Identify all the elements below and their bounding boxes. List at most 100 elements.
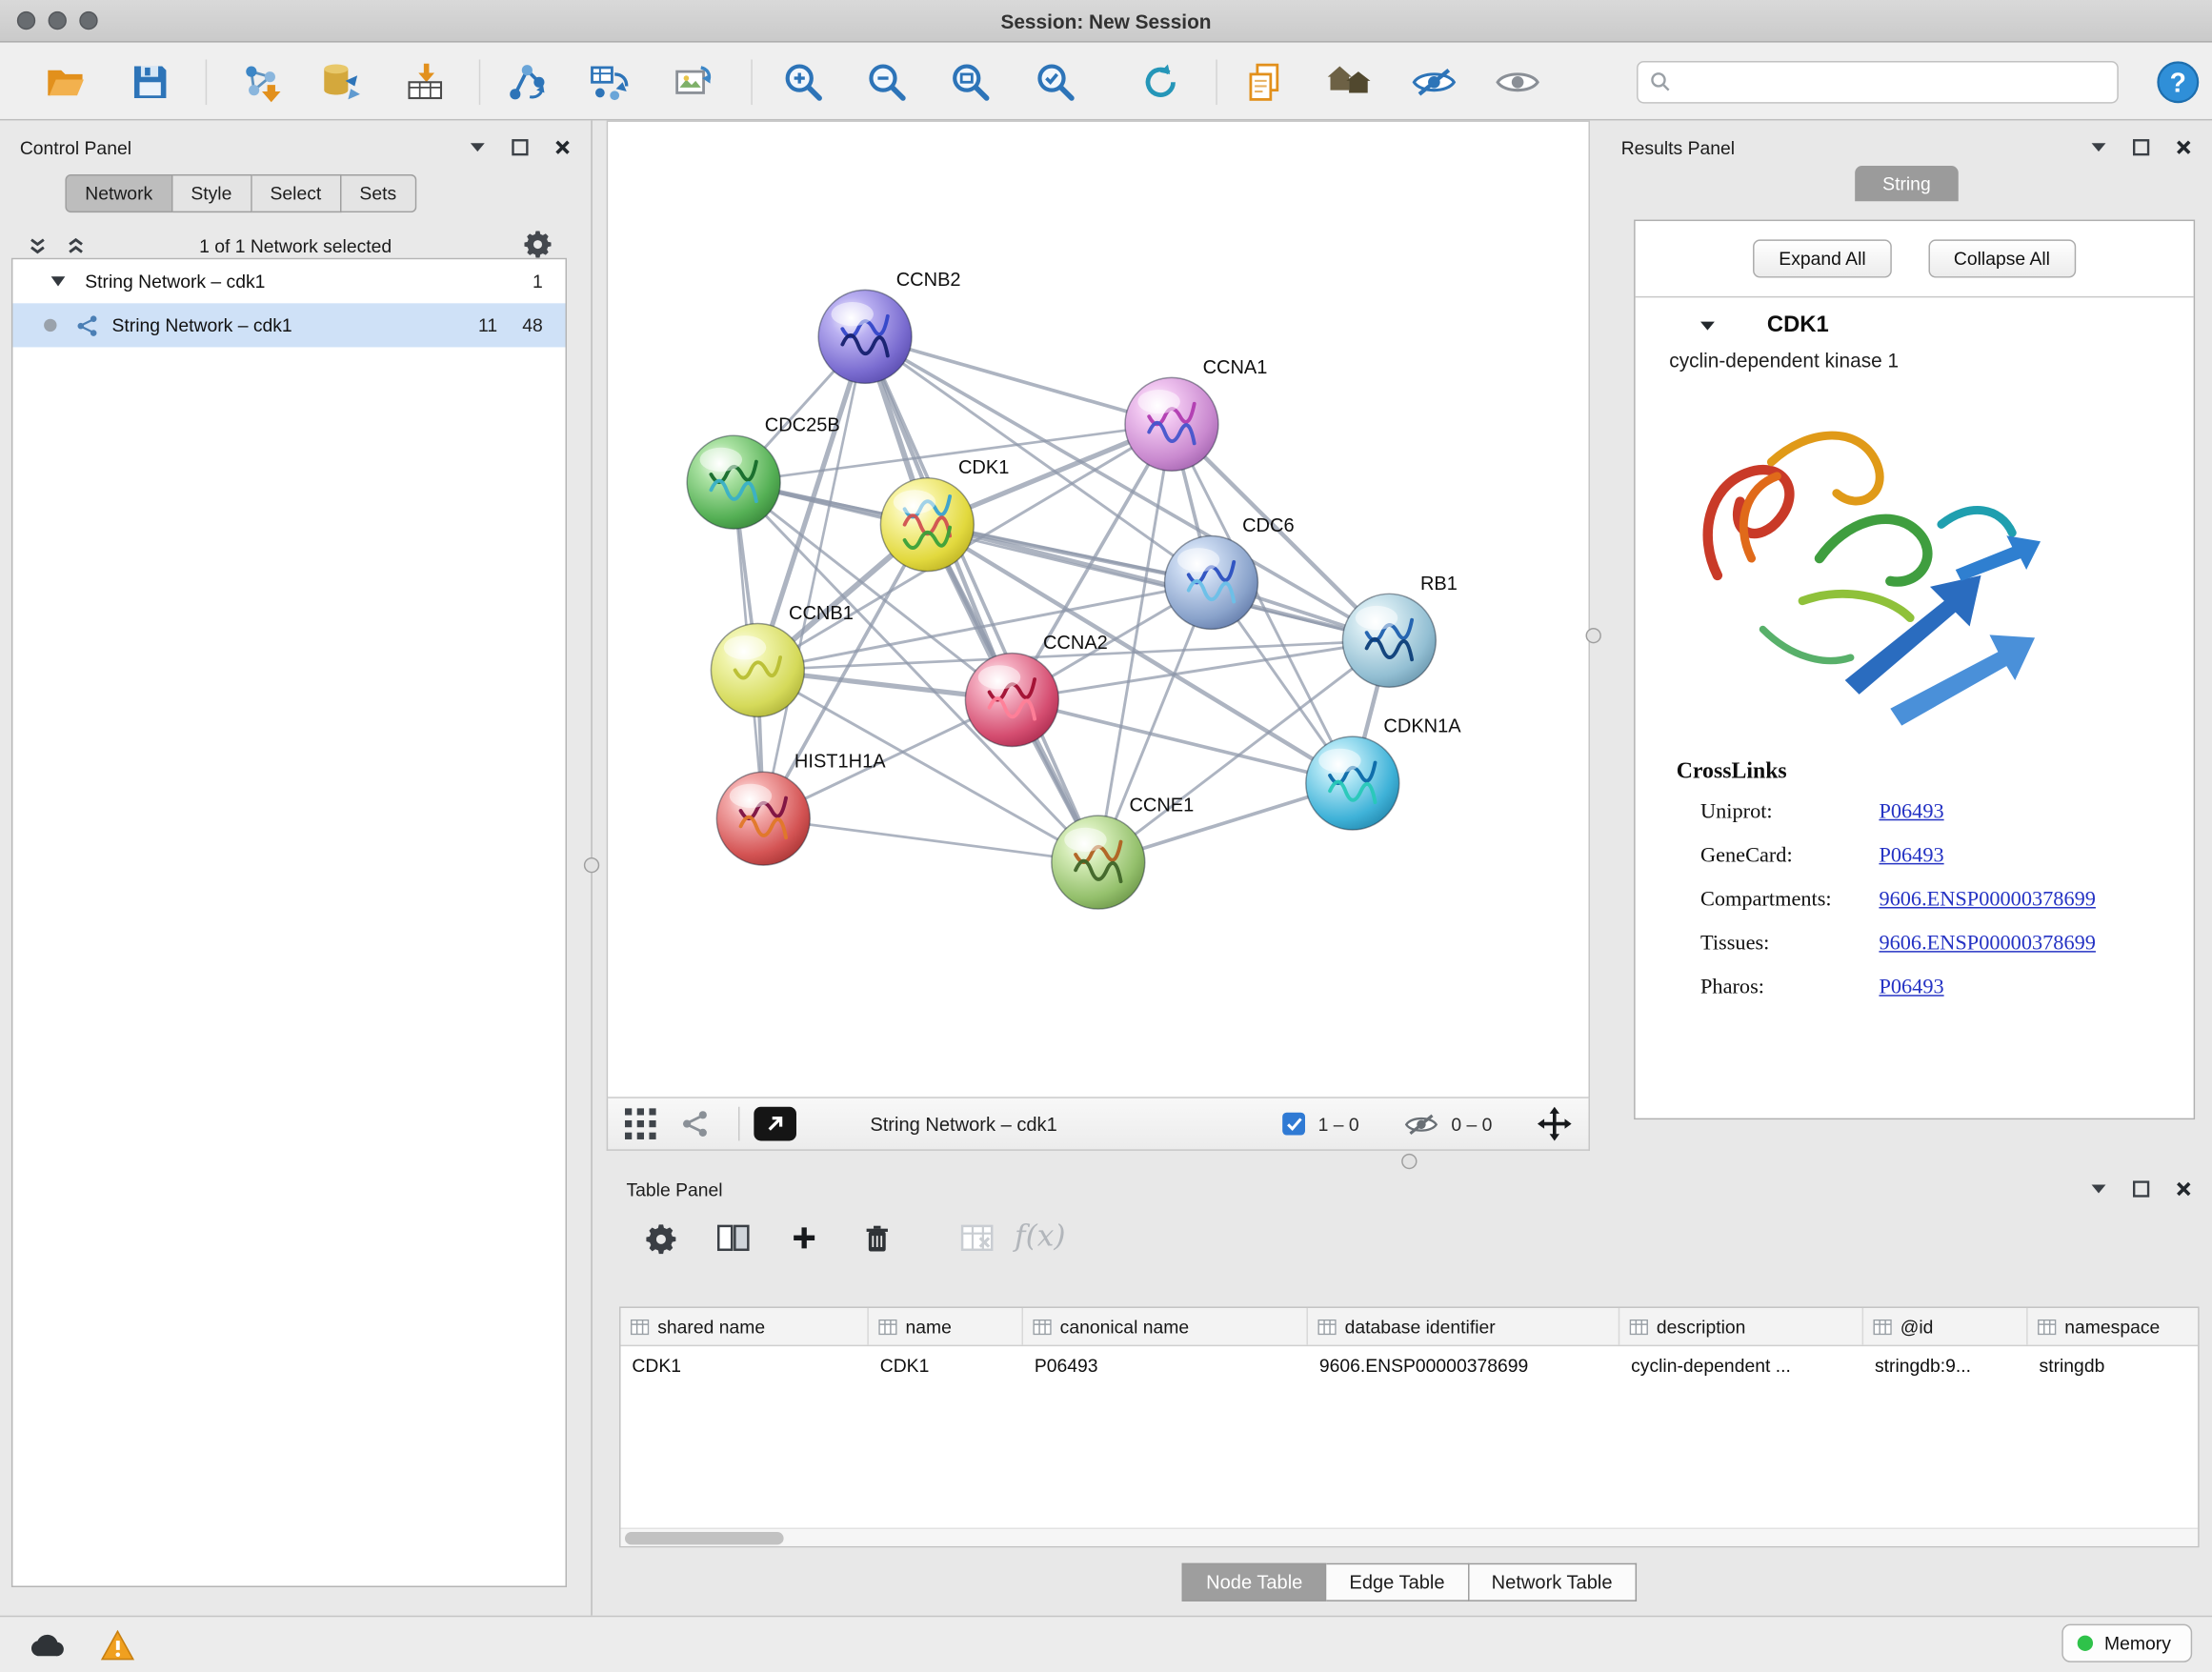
network-edge[interactable] (763, 818, 1098, 862)
crosslink-link[interactable]: 9606.ENSP00000378699 (1879, 933, 2095, 957)
search-input[interactable] (1680, 71, 2105, 92)
tab-style[interactable]: Style (172, 174, 251, 212)
network-overview-icon[interactable] (681, 1110, 710, 1138)
zoom-fit-button[interactable] (939, 54, 1001, 111)
show-all-button[interactable] (1486, 54, 1548, 111)
cell-shared-name[interactable]: CDK1 (621, 1346, 869, 1384)
network-node-CCNB1[interactable]: CCNB1 (711, 603, 853, 716)
crosslink-link[interactable]: 9606.ENSP00000378699 (1879, 889, 2095, 913)
zoom-window-button[interactable] (79, 11, 97, 30)
vertical-splitter-handle[interactable] (584, 857, 599, 873)
panel-float-icon[interactable] (2133, 1180, 2150, 1198)
export-image-button[interactable] (662, 54, 724, 111)
zoom-selected-button[interactable] (1024, 54, 1086, 111)
collapse-all-icon[interactable] (29, 236, 47, 254)
panel-float-icon[interactable] (2133, 139, 2150, 156)
network-node-CCNB2[interactable]: CCNB2 (818, 270, 960, 383)
import-network-database-button[interactable] (309, 54, 371, 111)
panel-menu-icon[interactable] (2090, 142, 2107, 153)
tab-network[interactable]: Network (65, 174, 172, 212)
export-network-table-button[interactable] (578, 54, 640, 111)
cell-description[interactable]: cyclin-dependent ... (1619, 1346, 1863, 1384)
add-column-plus-icon[interactable] (791, 1224, 817, 1251)
table-settings-gear-icon[interactable] (646, 1224, 675, 1254)
cell-database-identifier[interactable]: 9606.ENSP00000378699 (1308, 1346, 1619, 1384)
network-node-CDKN1A[interactable]: CDKN1A (1306, 716, 1461, 830)
panel-close-icon[interactable] (554, 139, 572, 156)
selected-checkbox-icon[interactable] (1282, 1113, 1305, 1136)
minimize-window-button[interactable] (49, 11, 67, 30)
crosslink-link[interactable]: P06493 (1879, 977, 1943, 1000)
table-row[interactable]: CDK1 CDK1 P06493 9606.ENSP00000378699 cy… (621, 1346, 2199, 1384)
cloud-status-icon[interactable] (20, 1624, 74, 1667)
expand-all-button[interactable]: Expand All (1754, 239, 1892, 277)
cell-canonical-name[interactable]: P06493 (1023, 1346, 1308, 1384)
pan-crosshair-icon[interactable] (1538, 1107, 1572, 1141)
cell-namespace[interactable]: stringdb (2028, 1346, 2200, 1384)
refresh-view-button[interactable] (1130, 54, 1192, 111)
network-canvas[interactable]: CCNB2CCNA1CDC25BCDK1CDC6RB1CCNB1CCNA2CDK… (607, 120, 1590, 1098)
hidden-eye-icon[interactable] (1404, 1112, 1438, 1136)
tree-expander-icon[interactable] (51, 276, 66, 286)
show-columns-icon[interactable] (717, 1224, 750, 1251)
network-edge[interactable] (763, 336, 865, 818)
panel-close-icon[interactable] (2175, 1180, 2192, 1198)
tab-network-table[interactable]: Network Table (1469, 1563, 1637, 1601)
birdseye-view-icon[interactable] (625, 1108, 656, 1139)
crosslink-link[interactable]: P06493 (1879, 800, 1943, 824)
import-table-file-button[interactable] (394, 54, 456, 111)
horizontal-splitter-handle[interactable] (1401, 1154, 1417, 1169)
help-button[interactable]: ? (2156, 59, 2202, 105)
column-header[interactable]: canonical name (1023, 1308, 1308, 1345)
zoom-in-button[interactable] (773, 54, 835, 111)
function-builder-icon[interactable]: f(x) (1015, 1219, 1066, 1253)
scrollbar-thumb[interactable] (625, 1532, 784, 1544)
close-window-button[interactable] (17, 11, 35, 30)
network-edge[interactable] (865, 336, 1098, 862)
horizontal-scrollbar[interactable] (621, 1528, 2199, 1546)
column-header[interactable]: @id (1863, 1308, 2028, 1345)
gene-expander-icon[interactable] (1699, 320, 1717, 332)
tab-select[interactable]: Select (251, 174, 341, 212)
import-network-file-button[interactable] (228, 54, 290, 111)
delete-column-trash-icon[interactable] (864, 1224, 890, 1253)
network-node-CDK1[interactable]: CDK1 (880, 457, 1009, 571)
column-header[interactable]: shared name (621, 1308, 869, 1345)
warning-icon[interactable] (90, 1624, 145, 1667)
collapse-all-button[interactable]: Collapse All (1928, 239, 2076, 277)
network-node-HIST1H1A[interactable]: HIST1H1A (716, 752, 886, 865)
network-node-CCNA1[interactable]: CCNA1 (1125, 357, 1267, 471)
network-collection-row[interactable]: String Network – cdk1 1 (12, 259, 565, 303)
tab-node-table[interactable]: Node Table (1182, 1563, 1327, 1601)
open-session-button[interactable] (34, 54, 96, 111)
crosslink-link[interactable]: P06493 (1879, 845, 1943, 869)
cell-id[interactable]: stringdb:9... (1863, 1346, 2028, 1384)
panel-menu-icon[interactable] (469, 142, 486, 153)
cell-name[interactable]: CDK1 (869, 1346, 1023, 1384)
expand-all-icon[interactable] (67, 236, 85, 254)
hide-selected-button[interactable] (1403, 54, 1465, 111)
layout-button[interactable] (1317, 54, 1379, 111)
column-header[interactable]: database identifier (1308, 1308, 1619, 1345)
column-header[interactable]: namespace (2028, 1308, 2200, 1345)
panel-menu-icon[interactable] (2090, 1183, 2107, 1195)
panel-close-icon[interactable] (2175, 139, 2192, 156)
save-session-button[interactable] (119, 54, 181, 111)
panel-float-icon[interactable] (512, 139, 529, 156)
vertical-splitter-handle[interactable] (1586, 628, 1601, 643)
tab-edge-table[interactable]: Edge Table (1327, 1563, 1469, 1601)
network-row-selected[interactable]: String Network – cdk1 11 48 (12, 303, 565, 347)
column-header[interactable]: name (869, 1308, 1023, 1345)
zoom-out-button[interactable] (855, 54, 917, 111)
detach-view-button[interactable] (754, 1107, 796, 1141)
search-box[interactable] (1637, 61, 2119, 104)
tab-string[interactable]: String (1854, 166, 1959, 201)
network-node-RB1[interactable]: RB1 (1342, 574, 1458, 687)
network-graph[interactable]: CCNB2CCNA1CDC25BCDK1CDC6RB1CCNB1CCNA2CDK… (608, 122, 1588, 1097)
network-edge[interactable] (865, 336, 1172, 424)
column-header[interactable]: description (1619, 1308, 1863, 1345)
tab-sets[interactable]: Sets (341, 174, 416, 212)
copy-button[interactable] (1233, 54, 1295, 111)
memory-button[interactable]: Memory (2061, 1624, 2192, 1662)
new-network-button[interactable] (496, 54, 558, 111)
